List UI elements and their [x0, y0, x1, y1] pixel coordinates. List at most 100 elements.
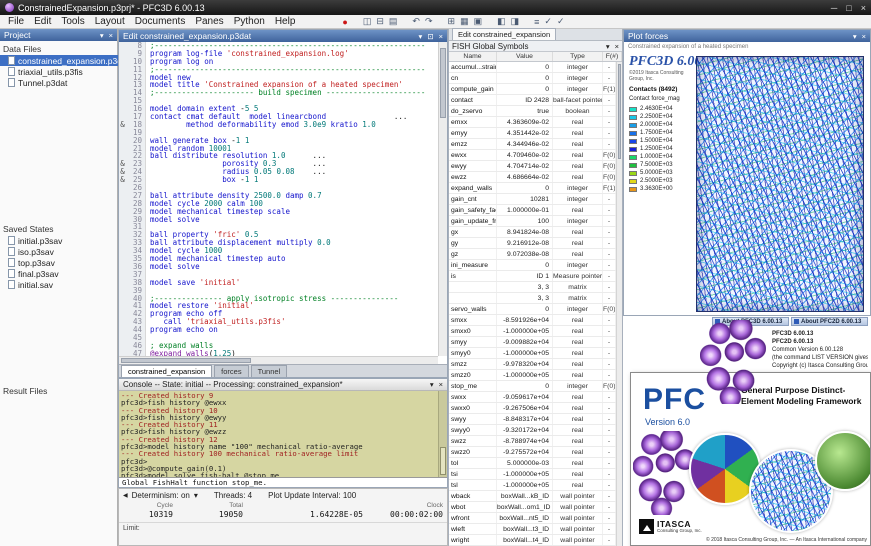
symbol-row[interactable]: accumul...strains 0 integer -	[449, 62, 616, 73]
symbol-row[interactable]: tsl -1.000000e+05 real -	[449, 480, 616, 491]
autosave-toggle-icon[interactable]: ✓	[557, 16, 565, 27]
menu-item[interactable]: Layout	[90, 16, 130, 27]
split-right-icon[interactable]: ◨	[511, 16, 520, 27]
symbol-row[interactable]: swyy -8.848317e+04 real -	[449, 414, 616, 425]
symbol-row[interactable]: gain_safety_fac 1.000000e-01 real -	[449, 205, 616, 216]
symbol-row[interactable]: smyy0 -1.000000e+05 real -	[449, 348, 616, 359]
collapse-status-icon[interactable]: ◀	[123, 492, 128, 499]
code-editor-area[interactable]: 8 ;-------------------------------------…	[119, 42, 438, 356]
console-scrollbar[interactable]	[438, 391, 447, 477]
menu-item[interactable]: Tools	[56, 16, 89, 27]
tab-edit-constrained-expansion[interactable]: Edit constrained_expansion	[452, 28, 556, 40]
editor-tab[interactable]: Tunnel	[251, 365, 288, 377]
symbol-row[interactable]: smxx -8.591926e+04 real -	[449, 315, 616, 326]
symbol-row[interactable]: swxx0 -9.267506e+04 real -	[449, 403, 616, 414]
symbol-row[interactable]: gz 9.072038e-08 real -	[449, 249, 616, 260]
symbol-row[interactable]: smxx0 -1.000000e+05 real -	[449, 326, 616, 337]
symbol-row[interactable]: smzz -9.978320e+04 real -	[449, 359, 616, 370]
symbol-row[interactable]: gx 8.941824e-08 real -	[449, 227, 616, 238]
symbol-row[interactable]: ewyy 4.704714e-02 real F(0)	[449, 161, 616, 172]
symbol-row[interactable]: is ID 1 Measure pointer -	[449, 271, 616, 282]
saved-state-item[interactable]: iso.p3sav	[0, 246, 118, 257]
symbol-row[interactable]: smzz0 -1.000000e+05 real -	[449, 370, 616, 381]
symbol-row[interactable]: gain_cnt 10281 integer -	[449, 194, 616, 205]
show-panes-icon[interactable]: ◫	[363, 16, 372, 27]
editor-vertical-scrollbar[interactable]	[438, 42, 447, 356]
show-console-icon[interactable]: ⊟	[376, 16, 384, 27]
menu-item[interactable]: Edit	[29, 16, 56, 27]
determinism-dropdown-icon[interactable]: ▾	[194, 491, 198, 500]
editor-tab[interactable]: forces	[214, 365, 248, 377]
symbol-row[interactable]: expand_walls 0 integer F(1)	[449, 183, 616, 194]
editor-menu-icon[interactable]: ▾	[419, 32, 423, 41]
record-button[interactable]: ●	[342, 17, 347, 27]
console-menu-icon[interactable]: ▾	[430, 380, 434, 389]
minimize-button[interactable]: ─	[831, 3, 837, 13]
symbol-row[interactable]: swzz -8.788974e+04 real -	[449, 436, 616, 447]
menu-item[interactable]: Panes	[190, 16, 228, 27]
panel-close-icon[interactable]: ×	[109, 31, 113, 40]
symbol-row[interactable]: wright boxWall...t4_ID wall pointer -	[449, 535, 616, 546]
determinism-toggle-icon[interactable]: ✓	[544, 16, 552, 27]
symbol-row[interactable]: swxx -9.059617e+04 real -	[449, 392, 616, 403]
plot-menu-icon[interactable]: ▾	[853, 32, 857, 41]
grid-view-icon[interactable]: ▦	[460, 16, 469, 27]
symbol-row[interactable]: emxx 4.363609e-02 real -	[449, 117, 616, 128]
data-file-item[interactable]: Tunnel.p3dat	[0, 77, 118, 88]
symbol-row[interactable]: ini_measure 0 integer -	[449, 260, 616, 271]
menu-item[interactable]: Help	[270, 16, 301, 27]
scrollbar-thumb[interactable]	[121, 358, 251, 363]
symbol-row[interactable]: stop_me 0 integer F(0)	[449, 381, 616, 392]
symbol-row[interactable]: gain_update_freq 100 integer -	[449, 216, 616, 227]
symbol-row[interactable]: gy 9.216912e-08 real -	[449, 238, 616, 249]
symbol-row[interactable]: servo_walls 0 integer F(0)	[449, 304, 616, 315]
saved-state-item[interactable]: final.p3sav	[0, 268, 118, 279]
symbol-row[interactable]: do_zservo true boolean -	[449, 106, 616, 117]
fish-close-icon[interactable]: ×	[615, 42, 619, 51]
symbol-row[interactable]: contact ID 2428 ball-facet pointer -	[449, 95, 616, 106]
close-button[interactable]: ×	[861, 3, 866, 13]
symbol-row[interactable]: wleft boxWall...t3_ID wall pointer -	[449, 524, 616, 535]
single-view-icon[interactable]: ▣	[474, 16, 483, 27]
symbol-row[interactable]: tol 5.000000e-03 real -	[449, 458, 616, 469]
list-view-icon[interactable]: ≡	[534, 17, 539, 27]
data-file-item[interactable]: triaxial_utils.p3fis	[0, 66, 118, 77]
panel-menu-icon[interactable]: ▾	[100, 31, 104, 40]
force-network-view[interactable]	[696, 56, 864, 312]
saved-state-item[interactable]: top.p3sav	[0, 257, 118, 268]
editor-horizontal-scrollbar[interactable]	[119, 356, 438, 364]
symbol-row[interactable]: emyy 4.351442e-02 real -	[449, 128, 616, 139]
data-file-item[interactable]: constrained_expansion.p3dat	[0, 55, 118, 66]
menu-item[interactable]: File	[3, 16, 29, 27]
menu-item[interactable]: Documents	[130, 16, 191, 27]
fish-menu-icon[interactable]: ▾	[606, 42, 610, 51]
editor-tab[interactable]: constrained_expansion	[121, 365, 212, 377]
symbol-row[interactable]: smyy -9.009882e+04 real -	[449, 337, 616, 348]
symbol-row[interactable]: compute_gain 0 integer F(1)	[449, 84, 616, 95]
add-view-icon[interactable]: ⊞	[448, 16, 456, 27]
symbol-row[interactable]: swzz0 -9.275572e+04 real -	[449, 447, 616, 458]
symbol-row[interactable]: 3, 3 matrix -	[449, 293, 616, 304]
maximize-button[interactable]: □	[846, 3, 851, 13]
symbols-scrollbar[interactable]	[616, 62, 622, 546]
symbol-row[interactable]: ewxx 4.709460e-02 real F(0)	[449, 150, 616, 161]
symbol-row[interactable]: wback boxWall...kB_ID wall pointer -	[449, 491, 616, 502]
menu-item[interactable]: Python	[229, 16, 270, 27]
symbol-row[interactable]: tsi -1.000000e+05 real -	[449, 469, 616, 480]
console-close-icon[interactable]: ×	[439, 380, 443, 389]
redo-icon[interactable]: ↷	[425, 16, 433, 27]
symbol-row[interactable]: wfront boxWall...nt5_ID wall pointer -	[449, 513, 616, 524]
saved-state-item[interactable]: initial.sav	[0, 279, 118, 290]
symbol-row[interactable]: wbot boxWall...om1_ID wall pointer -	[449, 502, 616, 513]
symbol-row[interactable]: emzz 4.344946e-02 real -	[449, 139, 616, 150]
show-project-icon[interactable]: ▤	[389, 16, 398, 27]
console-output[interactable]: --- Created history 9pfc3d>fish history …	[119, 391, 438, 477]
symbol-row[interactable]: cn 0 integer -	[449, 73, 616, 84]
symbol-row[interactable]: ewzz 4.686664e-02 real F(0)	[449, 172, 616, 183]
undo-icon[interactable]: ↶	[412, 16, 420, 27]
scrollbar-thumb[interactable]	[440, 48, 446, 118]
plot-close-icon[interactable]: ×	[862, 32, 866, 41]
symbol-row[interactable]: swyy0 -9.320172e+04 real -	[449, 425, 616, 436]
scrollbar-thumb[interactable]	[440, 447, 446, 475]
split-left-icon[interactable]: ◧	[497, 16, 506, 27]
